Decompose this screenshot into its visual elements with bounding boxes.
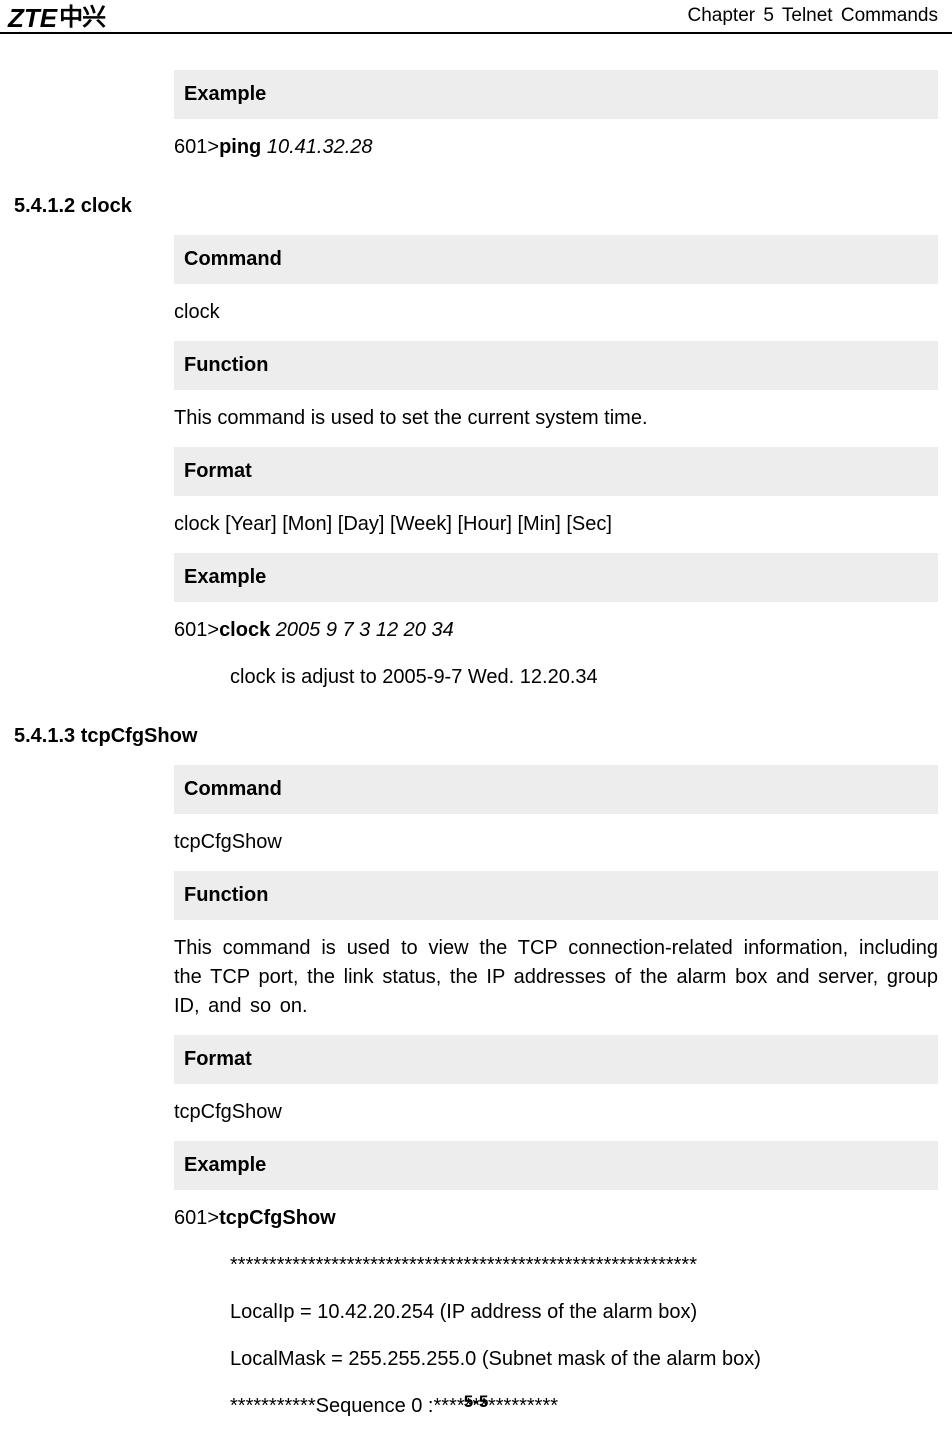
label-command: Command: [174, 235, 938, 284]
logo-text-cn: 中兴: [59, 1, 105, 36]
page-number: 5-5: [464, 1392, 489, 1411]
page-content: Example 601>ping 10.41.32.28 5.4.1.2 clo…: [0, 34, 952, 1421]
example-ping: 601>ping 10.41.32.28: [174, 119, 938, 176]
example-tcpcfgshow: 601>tcpCfgShow *************************…: [174, 1190, 938, 1421]
format-value: clock [Year] [Mon] [Day] [Week] [Hour] […: [174, 496, 938, 553]
format-value: tcpCfgShow: [174, 1084, 938, 1141]
logo-text-zte: ZTE: [8, 0, 57, 38]
command-value: tcpCfgShow: [174, 814, 938, 871]
cmd: ping: [219, 136, 261, 158]
prompt: 601>: [174, 136, 219, 158]
logo: ZTE中兴: [8, 0, 105, 38]
label-example: Example: [174, 1141, 938, 1190]
example-clock: 601>clock 2005 9 7 3 12 20 34 clock is a…: [174, 602, 938, 706]
label-function: Function: [174, 341, 938, 390]
label-format: Format: [174, 447, 938, 496]
heading-clock: 5.4.1.2 clock: [14, 176, 938, 235]
page-header: ZTE中兴 Chapter 5 Telnet Commands: [0, 0, 952, 34]
cmd-arg: 10.41.32.28: [261, 136, 372, 158]
label-example: Example: [174, 553, 938, 602]
label-command: Command: [174, 765, 938, 814]
command-value: clock: [174, 284, 938, 341]
prompt: 601>: [174, 619, 219, 641]
output-localip: LocalIp = 10.42.20.254 (IP address of th…: [230, 1280, 938, 1327]
chapter-title: Chapter 5 Telnet Commands: [688, 0, 939, 30]
output-localmask: LocalMask = 255.255.255.0 (Subnet mask o…: [230, 1327, 938, 1374]
cmd: clock: [219, 619, 270, 641]
prompt: 601>: [174, 1207, 219, 1229]
cmd-arg: 2005 9 7 3 12 20 34: [270, 619, 454, 641]
heading-tcpcfgshow: 5.4.1.3 tcpCfgShow: [14, 706, 938, 765]
function-value: This command is used to set the current …: [174, 390, 938, 447]
example-output: clock is adjust to 2005-9-7 Wed. 12.20.3…: [230, 645, 938, 692]
output-sep: ****************************************…: [230, 1233, 938, 1280]
page-footer: 5-5: [0, 1390, 952, 1415]
cmd: tcpCfgShow: [219, 1207, 336, 1229]
function-value: This command is used to view the TCP con…: [174, 920, 938, 1035]
label-example: Example: [174, 70, 938, 119]
label-function: Function: [174, 871, 938, 920]
label-format: Format: [174, 1035, 938, 1084]
